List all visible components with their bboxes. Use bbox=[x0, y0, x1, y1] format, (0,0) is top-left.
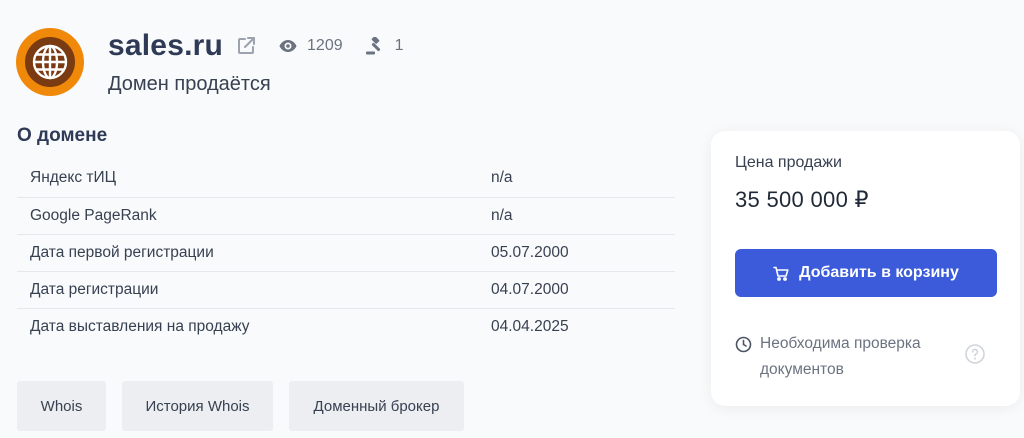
add-to-cart-button[interactable]: Добавить в корзину bbox=[735, 249, 997, 297]
notice-text: Необходима проверка документов bbox=[760, 335, 921, 378]
external-link-icon[interactable] bbox=[235, 35, 257, 57]
clock-icon bbox=[735, 336, 752, 353]
row-value: 05.07.2000 bbox=[491, 234, 675, 272]
domain-broker-button[interactable]: Доменный брокер bbox=[289, 381, 464, 431]
table-row: Яндекс тИЦ n/a bbox=[17, 160, 675, 198]
globe-icon bbox=[25, 37, 75, 87]
price-value: 35 500 000 ₽ bbox=[735, 187, 869, 212]
whois-history-button[interactable]: История Whois bbox=[122, 381, 273, 431]
row-value: n/a bbox=[491, 197, 675, 235]
eye-icon bbox=[279, 40, 297, 52]
views-stat: 1209 bbox=[279, 37, 343, 55]
title-row: sales.ru 1209 1 bbox=[108, 26, 404, 66]
price-card: Цена продажи 35 500 000 ₽ Добавить в кор… bbox=[711, 131, 1020, 406]
document-check-notice: Необходима проверка документов bbox=[735, 331, 997, 383]
row-label: Google PageRank bbox=[17, 197, 491, 235]
domain-info-table: Яндекс тИЦ n/a Google PageRank n/a Дата … bbox=[17, 160, 675, 345]
table-row: Google PageRank n/a bbox=[17, 197, 675, 235]
row-value: 04.04.2025 bbox=[491, 317, 569, 335]
table-row: Дата выставления на продажу 04.04.2025 bbox=[17, 308, 675, 345]
bids-stat: 1 bbox=[365, 37, 404, 55]
sale-status: Домен продаётся bbox=[108, 73, 271, 95]
row-label: Яндекс тИЦ bbox=[17, 160, 491, 198]
gavel-icon bbox=[365, 37, 380, 55]
action-buttons: Whois История Whois Доменный брокер bbox=[17, 381, 480, 431]
row-value: n/a bbox=[491, 160, 675, 198]
views-count: 1209 bbox=[307, 37, 343, 54]
cart-icon bbox=[773, 266, 789, 281]
about-section-title: О домене bbox=[17, 125, 108, 146]
add-to-cart-label: Добавить в корзину bbox=[799, 264, 959, 281]
row-label: Дата регистрации bbox=[17, 271, 491, 309]
row-value: 04.07.2000 bbox=[491, 271, 675, 309]
whois-button[interactable]: Whois bbox=[17, 381, 106, 431]
table-row: Дата регистрации 04.07.2000 bbox=[17, 271, 675, 309]
row-label: Дата выставления на продажу bbox=[30, 317, 250, 335]
domain-logo bbox=[16, 28, 84, 96]
row-label: Дата первой регистрации bbox=[17, 234, 491, 272]
price-label: Цена продажи bbox=[735, 154, 842, 171]
bids-count: 1 bbox=[394, 37, 404, 54]
domain-title: sales.ru bbox=[108, 29, 224, 62]
table-row: Дата первой регистрации 05.07.2000 bbox=[17, 234, 675, 272]
help-icon[interactable] bbox=[965, 344, 985, 364]
